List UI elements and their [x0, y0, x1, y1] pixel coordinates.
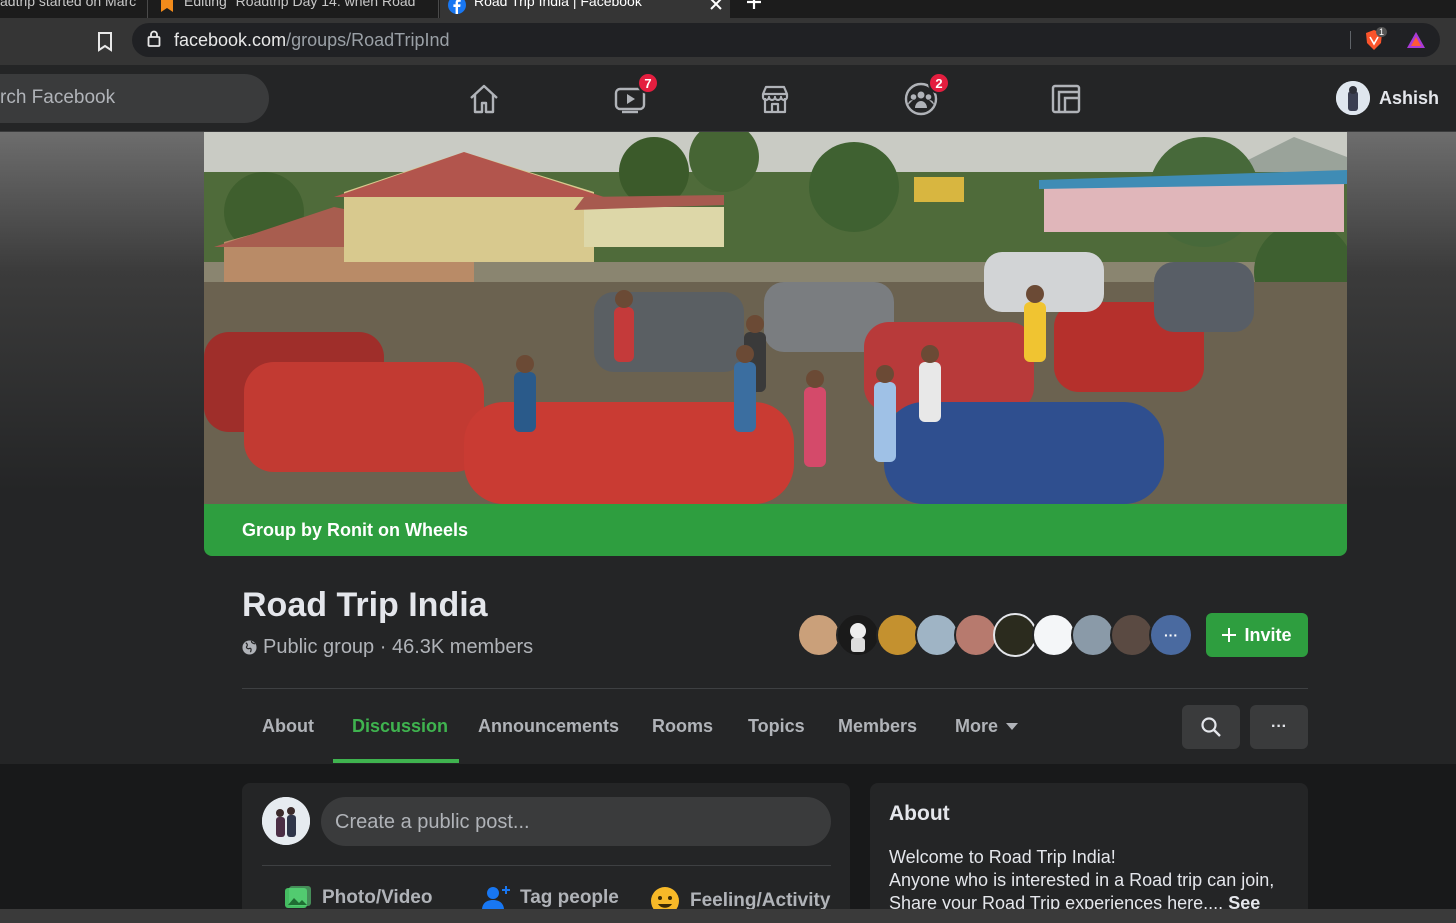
bookmark-icon[interactable]: [97, 32, 113, 52]
tab-separator: [438, 0, 439, 18]
caret-down-icon: [1006, 722, 1019, 730]
brave-rewards-icon[interactable]: [1406, 31, 1426, 49]
tab-announcements[interactable]: Announcements: [478, 716, 619, 737]
shields-count-badge: 1: [1376, 27, 1388, 37]
facebook-header: rch Facebook 7 2 Ashish: [0, 65, 1456, 132]
url-host: facebook.com: [174, 30, 287, 50]
group-meta-text: Public group · 46.3K members: [263, 636, 534, 658]
avatar[interactable]: [262, 797, 310, 845]
tab-more[interactable]: More: [955, 716, 1019, 737]
member-avatar[interactable]: [993, 613, 1037, 657]
tab-title: Road Trip India | Facebook: [474, 0, 642, 9]
tag-people-label: Tag people: [520, 887, 619, 908]
bottom-bar: [0, 909, 1456, 923]
tab-separator: [147, 0, 148, 18]
browser-tab-strip: adtrip started on Marc Editing "Roadtrip…: [0, 0, 1456, 18]
tab-title: Editing "Roadtrip Day 14: when Road: [184, 0, 416, 9]
invite-button[interactable]: Invite: [1206, 613, 1308, 657]
more-members-icon[interactable]: ···: [1149, 613, 1193, 657]
facebook-tab-icon: [448, 0, 466, 14]
lock-icon[interactable]: [147, 30, 161, 48]
group-by-banner[interactable]: Group by Ronit on Wheels: [204, 504, 1347, 556]
profile-name: Ashish: [1379, 87, 1440, 108]
search-input[interactable]: rch Facebook: [0, 74, 269, 123]
browser-tab-3-active[interactable]: Road Trip India | Facebook: [440, 0, 730, 18]
group-options-button[interactable]: ···: [1250, 705, 1308, 749]
composer-divider: [262, 865, 831, 866]
post-composer: Create a public post... Photo/Video Tag …: [242, 783, 850, 923]
url-text[interactable]: facebook.com/groups/RoadTripInd: [174, 30, 450, 51]
banner-text: Group by Ronit on Wheels: [242, 520, 468, 540]
member-avatar[interactable]: [1071, 613, 1115, 657]
watch-notification-badge: 7: [637, 72, 659, 94]
member-avatar[interactable]: [1110, 613, 1154, 657]
about-text-line: Welcome to Road Trip India!: [889, 847, 1116, 867]
cover-photo-illustration: [204, 132, 1347, 504]
toolbar-divider: [1350, 31, 1351, 49]
home-icon[interactable]: [466, 81, 502, 117]
search-placeholder: rch Facebook: [0, 87, 116, 108]
groups-notification-badge: 2: [928, 72, 950, 94]
tab-title: adtrip started on Marc: [0, 0, 137, 9]
profile-shortcut[interactable]: Ashish: [1336, 81, 1439, 115]
about-text-line: Anyone who is interested in a Road trip …: [889, 870, 1275, 890]
gaming-icon[interactable]: [1048, 81, 1084, 117]
member-avatar[interactable]: [876, 613, 920, 657]
group-cover-photo[interactable]: [204, 132, 1347, 504]
tabs-divider: [242, 688, 1308, 689]
url-path: /groups/RoadTripInd: [286, 30, 450, 50]
tab-members[interactable]: Members: [838, 716, 917, 737]
marketplace-icon[interactable]: [757, 81, 793, 117]
brave-shields-icon[interactable]: 1: [1364, 27, 1388, 51]
member-avatar[interactable]: [836, 613, 880, 657]
invite-label: Invite: [1244, 624, 1292, 645]
about-title: About: [889, 802, 950, 825]
group-meta: Public group · 46.3K members: [242, 636, 533, 659]
browser-toolbar: facebook.com/groups/RoadTripInd 1: [0, 18, 1456, 65]
tab-discussion[interactable]: Discussion: [352, 716, 448, 737]
bookmark-tab-icon: [161, 0, 173, 12]
member-avatar[interactable]: [797, 613, 841, 657]
active-tab-indicator: [333, 759, 459, 763]
tab-more-label: More: [955, 716, 999, 736]
plus-icon: [1222, 628, 1237, 642]
tag-people-button[interactable]: Tag people: [482, 886, 619, 910]
photo-icon: [285, 886, 311, 908]
tab-about[interactable]: About: [262, 716, 314, 737]
address-bar[interactable]: facebook.com/groups/RoadTripInd 1: [132, 23, 1440, 57]
group-search-button[interactable]: [1182, 705, 1240, 749]
browser-tab-1[interactable]: adtrip started on Marc: [0, 0, 146, 18]
browser-tab-2[interactable]: Editing "Roadtrip Day 14: when Road: [150, 0, 438, 18]
photo-video-button[interactable]: Photo/Video: [284, 886, 432, 910]
tab-rooms[interactable]: Rooms: [652, 716, 713, 737]
member-avatar[interactable]: [954, 613, 998, 657]
avatar: [1336, 81, 1370, 115]
globe-icon: [242, 640, 257, 655]
tab-topics[interactable]: Topics: [748, 716, 805, 737]
member-avatar[interactable]: [915, 613, 959, 657]
member-avatar[interactable]: [1032, 613, 1076, 657]
search-icon: [1201, 717, 1221, 737]
new-tab-icon[interactable]: [746, 0, 762, 10]
photo-video-label: Photo/Video: [322, 887, 433, 908]
close-tab-icon[interactable]: [710, 0, 722, 10]
group-title: Road Trip India: [242, 586, 488, 624]
create-post-input[interactable]: Create a public post...: [321, 797, 831, 846]
tag-people-icon: [482, 886, 510, 910]
about-card: About Welcome to Road Trip India! Anyone…: [870, 783, 1308, 923]
